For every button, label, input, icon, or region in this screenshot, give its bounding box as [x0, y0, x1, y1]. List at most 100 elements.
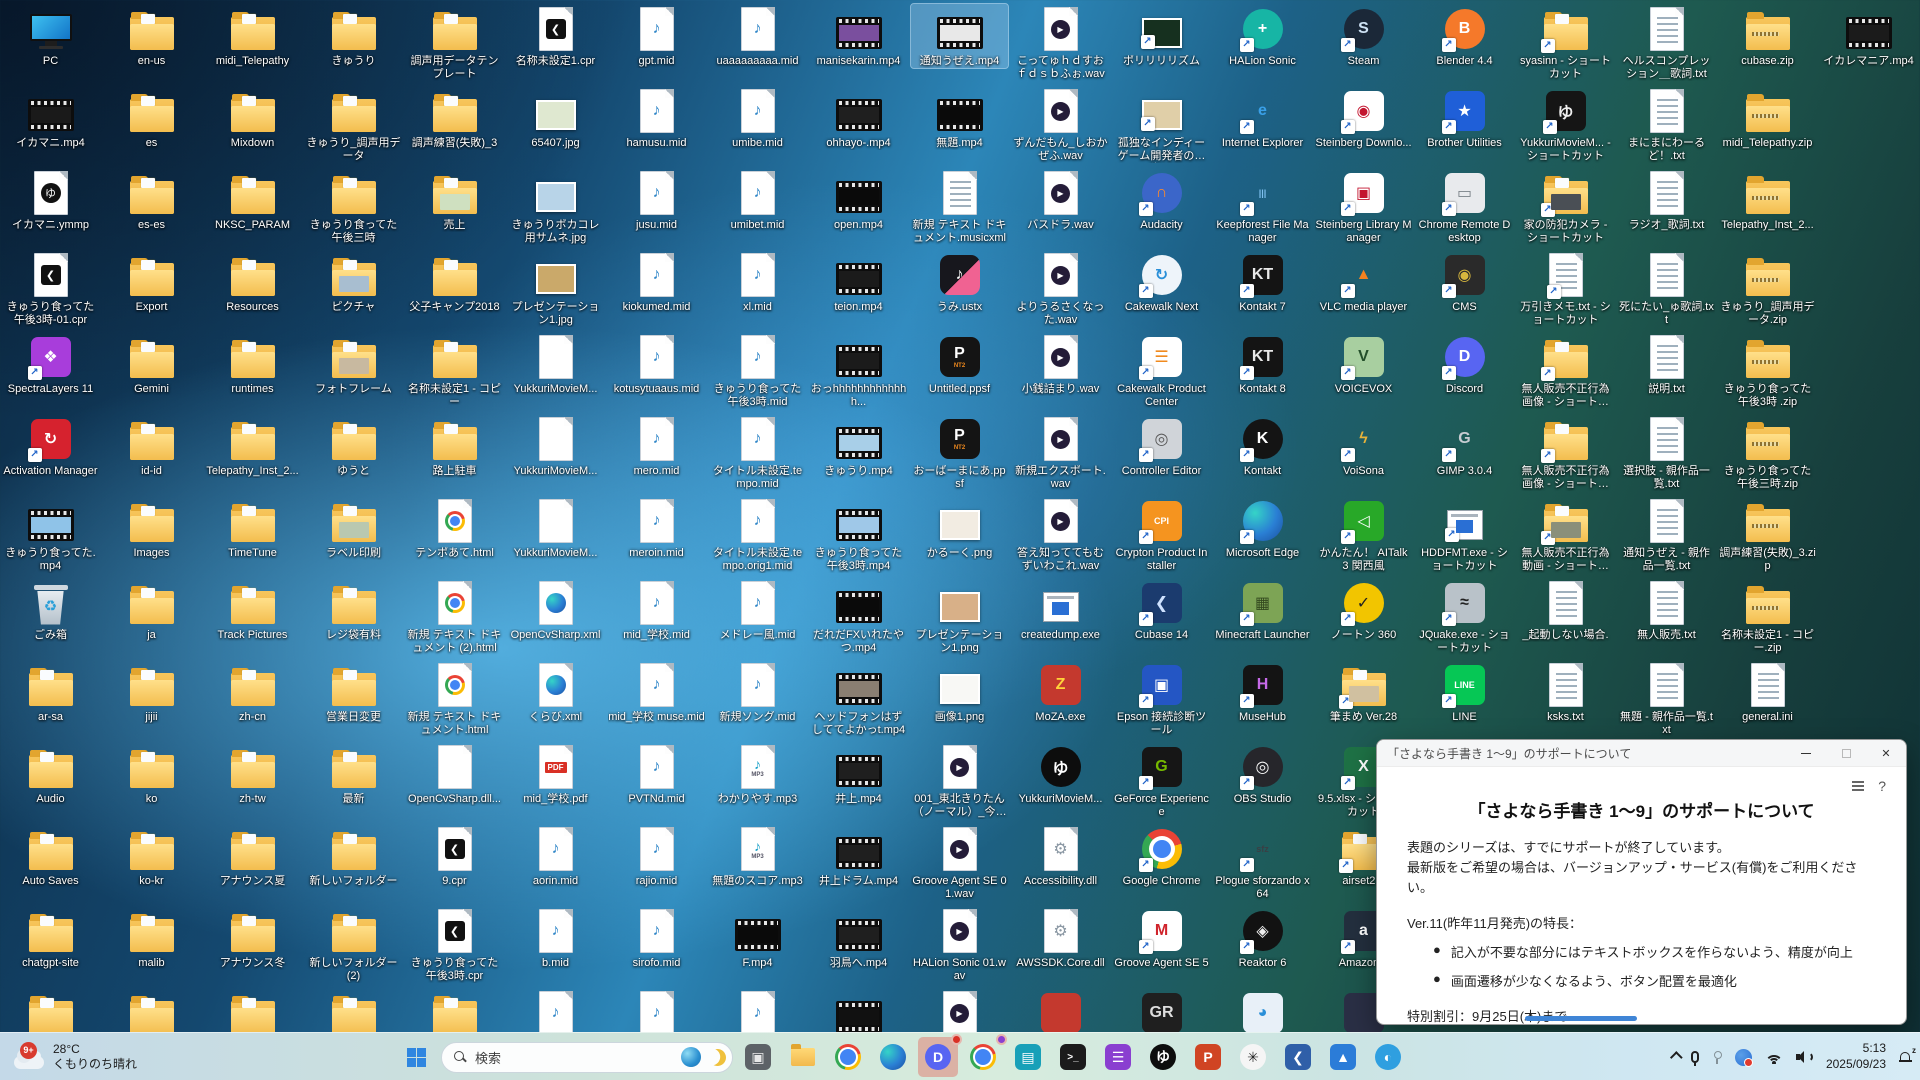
desktop-icon[interactable]: ヘッドフォンはずしててよかっt.mp4	[810, 660, 907, 737]
desktop-icon[interactable]: ▶答え知っててもむずいわこれ.wav	[1012, 496, 1109, 573]
desktop-icon[interactable]: _起動しない場合.	[1517, 578, 1614, 642]
desktop-icon[interactable]: ✓↗ノートン 360	[1315, 578, 1412, 642]
taskbar-app-discord[interactable]: D	[918, 1037, 958, 1077]
desktop-icon[interactable]: 路上駐車	[406, 414, 503, 478]
desktop-icon[interactable]: 新しいフォルダー	[305, 824, 402, 888]
desktop-icon[interactable]: ♪mid_学校 muse.mid	[608, 660, 705, 724]
taskbar-app-lens-app[interactable]: ◐	[1368, 1037, 1408, 1077]
desktop-icon[interactable]: ϟ↗VoiSona	[1315, 414, 1412, 478]
desktop-icon[interactable]: Auto Saves	[2, 824, 99, 888]
desktop-icon[interactable]: ▭↗Chrome Remote Desktop	[1416, 168, 1513, 245]
desktop-icon[interactable]: 最新	[305, 742, 402, 806]
wifi-icon[interactable]	[1765, 1051, 1783, 1064]
help-icon[interactable]: ?	[1878, 778, 1886, 794]
desktop-icon[interactable]: ♪xl.mid	[709, 250, 806, 314]
desktop-icon[interactable]: ♪タイトル未設定.tempo.orig1.mid	[709, 496, 806, 573]
clock[interactable]: 5:13 2025/09/23	[1826, 1041, 1886, 1072]
desktop-icon[interactable]: ヘルスコンプレッション＿歌詞.txt	[1618, 4, 1715, 81]
desktop-icon[interactable]: ◈↗Reaktor 6	[1214, 906, 1311, 970]
desktop-icon[interactable]: ♪うみ.ustx	[911, 250, 1008, 314]
desktop-icon[interactable]: ★↗Brother Utilities	[1416, 86, 1513, 150]
desktop-icon[interactable]: Telepathy_Inst_2...	[204, 414, 301, 478]
desktop-icon[interactable]: es	[103, 86, 200, 150]
desktop-icon[interactable]: きゅうり食ってた午後3時.mp4	[810, 496, 907, 573]
desktop-icon[interactable]: ▶バスドラ.wav	[1012, 168, 1109, 232]
desktop-icon[interactable]: ko	[103, 742, 200, 806]
desktop-icon[interactable]: YukkuriMovieM...	[507, 414, 604, 478]
desktop-icon[interactable]: ko-kr	[103, 824, 200, 888]
desktop-icon[interactable]: ❮きゅうり食ってた午後3時.cpr	[406, 906, 503, 983]
desktop-icon[interactable]: イカレマニア.mp4	[1820, 4, 1917, 68]
desktop-icon[interactable]: teion.mp4	[810, 250, 907, 314]
desktop-icon[interactable]: ♪b.mid	[507, 906, 604, 970]
desktop-icon[interactable]: ♪jusu.mid	[608, 168, 705, 232]
desktop-icon[interactable]: PNT2Untitled.ppsf	[911, 332, 1008, 396]
desktop-icon[interactable]: ◎↗OBS Studio	[1214, 742, 1311, 806]
desktop-icon[interactable]: ピクチャ	[305, 250, 402, 314]
desktop-icon[interactable]: ❮きゅうり食ってた午後3時-01.cpr	[2, 250, 99, 327]
desktop-icon[interactable]: ↗Microsoft Edge	[1214, 496, 1311, 560]
taskbar-app-chrome[interactable]	[828, 1037, 868, 1077]
desktop-icon[interactable]: Track Pictures	[204, 578, 301, 642]
microphone-icon[interactable]	[1691, 1051, 1699, 1063]
desktop-icon[interactable]: sfz↗Plogue sforzando x64	[1214, 824, 1311, 901]
desktop-icon[interactable]: ♪uaaaaaaaaa.mid	[709, 4, 806, 68]
desktop-icon[interactable]: ラジオ_歌詞.txt	[1618, 168, 1715, 232]
desktop-icon[interactable]: manisekarin.mp4	[810, 4, 907, 68]
desktop-icon[interactable]: くらび.xml	[507, 660, 604, 724]
desktop-icon[interactable]: ↻↗Activation Manager	[2, 414, 99, 478]
desktop-icon[interactable]: ar-sa	[2, 660, 99, 724]
desktop-icon[interactable]: テンポあて.html	[406, 496, 503, 560]
desktop-icon[interactable]: id-id	[103, 414, 200, 478]
desktop-icon[interactable]: アナウンス冬	[204, 906, 301, 970]
menu-icon[interactable]	[1852, 779, 1864, 793]
desktop-icon[interactable]: ♪rajio.mid	[608, 824, 705, 888]
desktop-icon[interactable]: ♪kotusytuaaus.mid	[608, 332, 705, 396]
desktop-icon[interactable]: M↗Groove Agent SE 5	[1113, 906, 1210, 970]
desktop-icon[interactable]: Mixdown	[204, 86, 301, 150]
desktop-icon[interactable]: Images	[103, 496, 200, 560]
desktop-icon[interactable]: 新しいフォルダー (2)	[305, 906, 402, 983]
desktop-icon[interactable]: ♪gpt.mid	[608, 4, 705, 68]
desktop-icon[interactable]: ↗HDDFMT.exe - ショートカット	[1416, 496, 1513, 573]
desktop-icon[interactable]: ohhayo-.mp4	[810, 86, 907, 150]
desktop-icon[interactable]: ≈↗JQuake.exe - ショートカット	[1416, 578, 1513, 655]
desktop-icon[interactable]: ▦↗Minecraft Launcher	[1214, 578, 1311, 642]
desktop-icon[interactable]: YukkuriMovieM...	[507, 332, 604, 396]
desktop-icon[interactable]: きゅうりボカコレ用サムネ.jpg	[507, 168, 604, 245]
desktop-icon[interactable]: ♪MP3無題のスコア.mp3	[709, 824, 806, 888]
desktop-icon[interactable]: e↗Internet Explorer	[1214, 86, 1311, 150]
maximize-button[interactable]	[1826, 740, 1866, 767]
desktop-icon[interactable]: 通知うぜえ.mp4	[911, 4, 1008, 68]
desktop-icon[interactable]: 新規 テキスト ドキュメント.musicxml	[911, 168, 1008, 245]
desktop-icon[interactable]: ↗万引きメモ.txt - ショートカット	[1517, 250, 1614, 327]
desktop-icon[interactable]: 営業日変更	[305, 660, 402, 724]
desktop-icon[interactable]: PNT2おーばーまにあ.ppsf	[911, 414, 1008, 491]
desktop-icon[interactable]: ♪umibe.mid	[709, 86, 806, 150]
desktop-icon[interactable]: G↗GeForce Experience	[1113, 742, 1210, 819]
desktop-icon[interactable]: 名称未設定1 - コピー	[406, 332, 503, 409]
desktop-icon[interactable]: ◎↗Controller Editor	[1113, 414, 1210, 478]
desktop-icon[interactable]: ▶小銭詰まり.wav	[1012, 332, 1109, 396]
desktop-icon[interactable]: ↗筆まめ Ver.28	[1315, 660, 1412, 724]
taskbar-app-file-explorer[interactable]	[783, 1037, 823, 1077]
desktop-icon[interactable]: きゅうり.mp4	[810, 414, 907, 478]
desktop-icon[interactable]: イカマニ.mp4	[2, 86, 99, 150]
desktop-icon[interactable]: ♪	[608, 988, 705, 1036]
tray-chevron-up-icon[interactable]	[1670, 1051, 1683, 1064]
taskbar-app-squares-app[interactable]: ▣	[738, 1037, 778, 1077]
desktop-icon[interactable]: ↗ポリリリリズム	[1113, 4, 1210, 68]
desktop-icon[interactable]: ♪	[507, 988, 604, 1036]
desktop-icon[interactable]: ↗Google Chrome	[1113, 824, 1210, 888]
desktop-icon[interactable]: ❮↗Cubase 14	[1113, 578, 1210, 642]
desktop-icon[interactable]: zh-cn	[204, 660, 301, 724]
desktop-icon[interactable]: ♪MP3わかりやす.mp3	[709, 742, 806, 806]
desktop-icon[interactable]: ▶Groove Agent SE 01.wav	[911, 824, 1008, 901]
desktop-icon[interactable]: ↗無人販売不正行為 動画 - ショートカット	[1517, 496, 1614, 573]
desktop-icon[interactable]: 新規 テキスト ドキュメント (2).html	[406, 578, 503, 655]
desktop-icon[interactable]: ♪hamusu.mid	[608, 86, 705, 150]
desktop-icon[interactable]: ゆ↗YukkuriMovieM... - ショートカット	[1517, 86, 1614, 163]
desktop-icon[interactable]: Telepathy_Inst_2...	[1719, 168, 1816, 232]
desktop-icon[interactable]: ♪PVTNd.mid	[608, 742, 705, 806]
notification-bell-icon[interactable]: z	[1899, 1051, 1912, 1064]
